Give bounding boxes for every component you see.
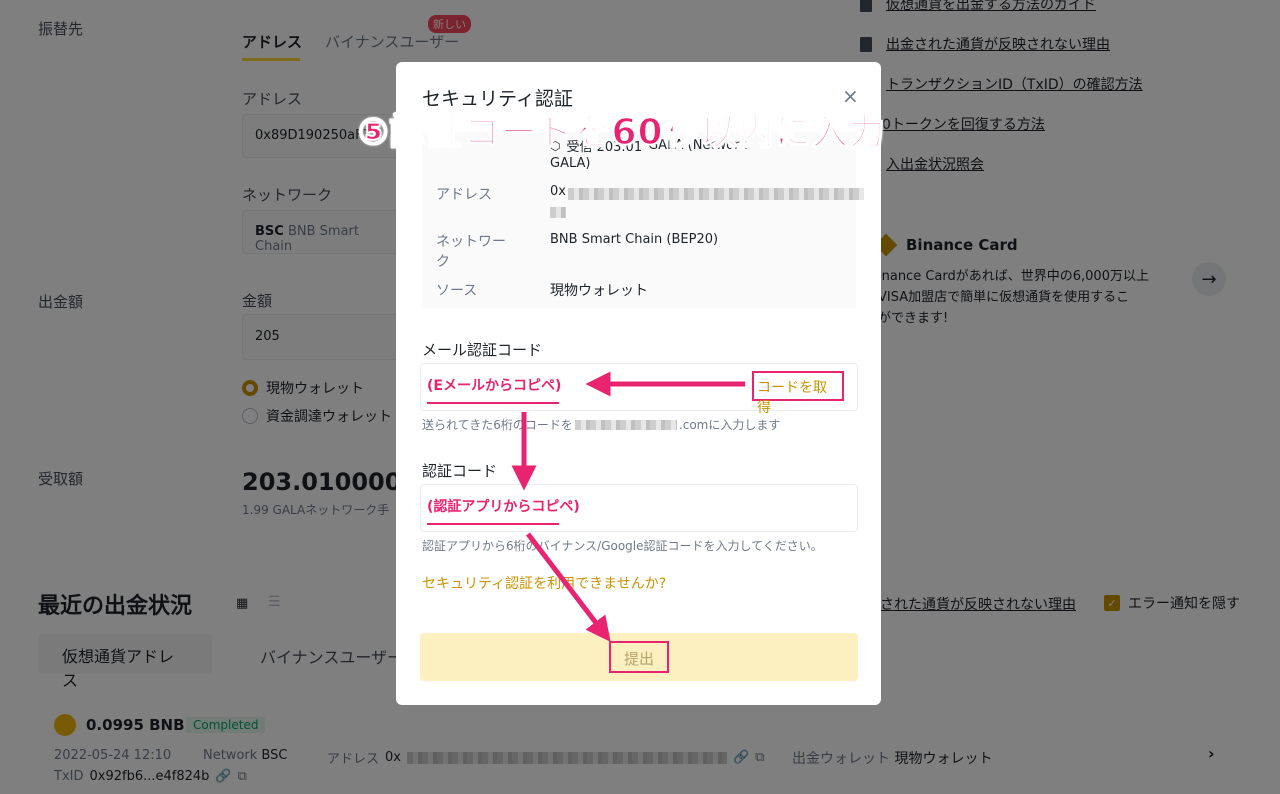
arrow-to-submit <box>526 532 611 642</box>
annotation-arrows <box>511 371 745 642</box>
